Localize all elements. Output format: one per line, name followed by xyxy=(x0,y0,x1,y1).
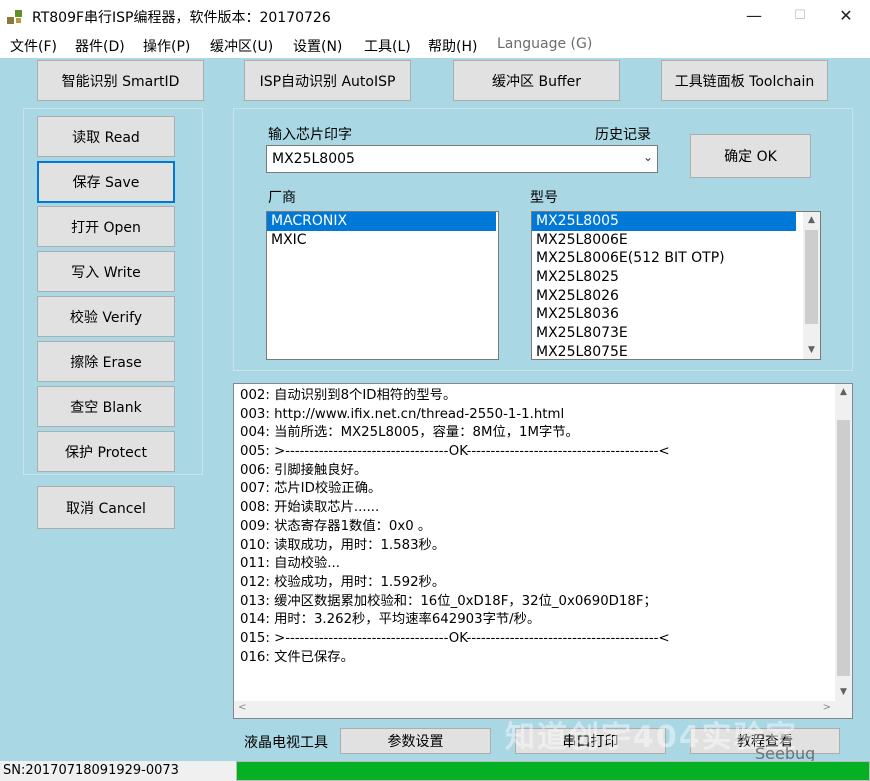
log-line: 003: http://www.ifix.net.cn/thread-2550-… xyxy=(240,406,565,422)
window-title: RT809F串行ISP编程器，软件版本：20170726 xyxy=(32,10,331,26)
vendor-label: 厂商 xyxy=(268,190,296,206)
scroll-right-icon[interactable]: > xyxy=(823,702,831,713)
log-line: 013: 缓冲区数据累加校验和：16位_0xD18F，32位_0x0690D18… xyxy=(240,593,657,609)
blank-button[interactable]: 查空 Blank xyxy=(37,386,175,427)
list-item[interactable]: MX25L8075E xyxy=(532,343,820,359)
scroll-left-icon[interactable]: < xyxy=(238,702,246,713)
maximize-button[interactable]: ☐ xyxy=(777,0,823,32)
history-label: 历史记录 xyxy=(595,127,651,143)
list-item[interactable]: MX25L8025 xyxy=(532,268,820,287)
log-line: 010: 读取成功，用时：1.583秒。 xyxy=(240,537,446,553)
list-item[interactable]: MX25L8073E xyxy=(532,324,820,343)
open-button[interactable]: 打开 Open xyxy=(37,206,175,247)
scroll-down-icon[interactable]: ▼ xyxy=(803,342,820,359)
vendor-list[interactable]: MACRONIX MXIC xyxy=(266,211,499,360)
log-line: 005: >----------------------------------… xyxy=(240,444,670,460)
scroll-down-icon[interactable]: ▼ xyxy=(835,684,852,701)
menu-operation[interactable]: 操作(P) xyxy=(143,36,190,56)
log-line: 009: 状态寄存器1数值：0x0 。 xyxy=(240,518,432,534)
menu-language[interactable]: Language (G) xyxy=(497,36,592,52)
write-button[interactable]: 写入 Write xyxy=(37,251,175,292)
menu-tools[interactable]: 工具(L) xyxy=(364,36,411,56)
list-item[interactable]: MXIC xyxy=(267,231,498,250)
autoisp-button[interactable]: ISP自动识别 AutoISP xyxy=(244,60,411,101)
model-label: 型号 xyxy=(530,190,558,206)
scroll-thumb[interactable] xyxy=(837,420,850,676)
model-list[interactable]: MX25L8005 MX25L8006E MX25L8006E(512 BIT … xyxy=(531,211,821,360)
list-item[interactable]: MX25L8006E xyxy=(532,231,820,250)
progress-fill xyxy=(237,762,869,780)
read-button[interactable]: 读取 Read xyxy=(37,116,175,157)
model-list-scrollbar[interactable]: ▲ ▼ xyxy=(803,212,820,359)
minimize-button[interactable]: — xyxy=(731,0,777,32)
menu-bar: 文件(F) 器件(D) 操作(P) 缓冲区(U) 设置(N) 工具(L) 帮助(… xyxy=(0,32,870,58)
log-line: 014: 用时：3.262秒，平均速率642903字节/秒。 xyxy=(240,612,541,628)
menu-file[interactable]: 文件(F) xyxy=(10,36,57,56)
scroll-up-icon[interactable]: ▲ xyxy=(803,212,820,229)
log-line: 007: 芯片ID校验正确。 xyxy=(240,481,382,497)
scroll-up-icon[interactable]: ▲ xyxy=(835,384,852,401)
list-item[interactable]: MX25L8005 xyxy=(532,212,796,231)
scroll-thumb[interactable] xyxy=(805,230,818,324)
list-item[interactable]: MX25L8036 xyxy=(532,305,820,324)
list-item[interactable]: MACRONIX xyxy=(267,212,496,231)
list-item[interactable]: MX25L8006E(512 BIT OTP) xyxy=(532,249,820,268)
log-line: 015: >----------------------------------… xyxy=(240,630,670,646)
log-output[interactable]: 002: 自动识别到8个ID相符的型号。 003: http://www.ifix… xyxy=(233,383,853,719)
verify-button[interactable]: 校验 Verify xyxy=(37,296,175,337)
protect-button[interactable]: 保护 Protect xyxy=(37,431,175,472)
status-bar: SN:20170718091929-0073 xyxy=(0,761,870,781)
watermark-text: 知道创宇404实验室 xyxy=(505,720,798,755)
list-item[interactable]: MX25L8026 xyxy=(532,287,820,306)
menu-help[interactable]: 帮助(H) xyxy=(428,36,477,56)
chevron-down-icon[interactable]: ⌄ xyxy=(643,150,653,164)
close-button[interactable]: ✕ xyxy=(823,0,869,32)
buffer-button[interactable]: 缓冲区 Buffer xyxy=(453,60,620,101)
chip-marking-label: 输入芯片印字 xyxy=(268,127,352,143)
smartid-button[interactable]: 智能识别 SmartID xyxy=(37,60,204,101)
log-line: 016: 文件已保存。 xyxy=(240,649,354,665)
log-line: 004: 当前所选：MX25L8005，容量：8M位，1M字节。 xyxy=(240,425,579,441)
chip-marking-value: MX25L8005 xyxy=(272,151,355,167)
menu-buffer[interactable]: 缓冲区(U) xyxy=(210,36,273,56)
log-line: 008: 开始读取芯片...... xyxy=(240,500,380,516)
cancel-button[interactable]: 取消 Cancel xyxy=(37,486,175,529)
menu-settings[interactable]: 设置(N) xyxy=(293,36,342,56)
log-scrollbar[interactable]: ▲ ▼ xyxy=(835,384,852,718)
progress-bar xyxy=(236,761,870,781)
tv-tools-label: 液晶电视工具 xyxy=(244,735,328,751)
log-line: 006: 引脚接触良好。 xyxy=(240,462,368,478)
log-line: 012: 校验成功，用时：1.592秒。 xyxy=(240,574,446,590)
serial-number: SN:20170718091929-0073 xyxy=(3,763,179,778)
erase-button[interactable]: 擦除 Erase xyxy=(37,341,175,382)
app-icon xyxy=(6,8,24,26)
save-button[interactable]: 保存 Save xyxy=(37,161,175,203)
log-line: 011: 自动校验... xyxy=(240,556,340,572)
title-bar[interactable]: RT809F串行ISP编程器，软件版本：20170726 — ☐ ✕ xyxy=(0,0,870,32)
chip-marking-combobox[interactable]: MX25L8005 ⌄ xyxy=(266,145,658,173)
toolchain-button[interactable]: 工具链面板 Toolchain xyxy=(661,60,828,101)
ok-button[interactable]: 确定 OK xyxy=(690,134,811,178)
log-line: 002: 自动识别到8个ID相符的型号。 xyxy=(240,388,457,403)
menu-device[interactable]: 器件(D) xyxy=(75,36,125,56)
params-button[interactable]: 参数设置 xyxy=(340,728,491,754)
